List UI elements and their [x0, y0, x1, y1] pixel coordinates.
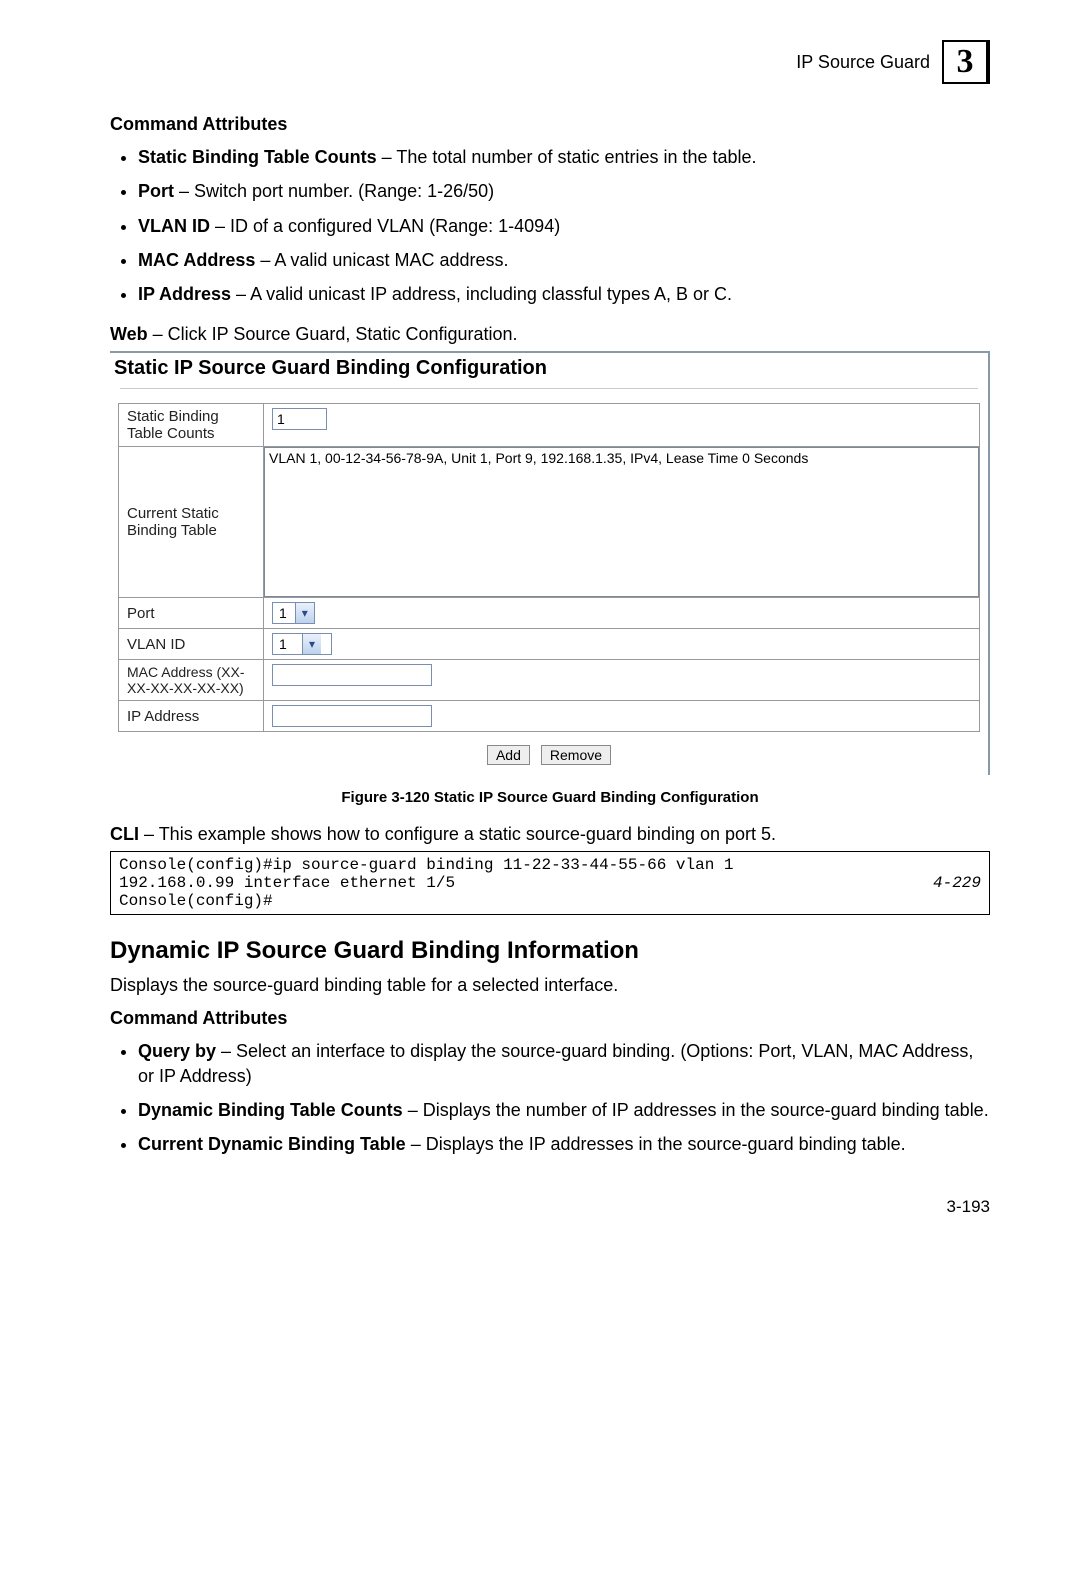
code-content: Console(config)#ip source-guard binding … [119, 856, 734, 910]
header-title: IP Source Guard [796, 52, 930, 73]
ip-cell [264, 701, 980, 732]
divider [120, 388, 978, 389]
vlan-value: 1 [273, 634, 303, 654]
binding-table-listbox[interactable]: VLAN 1, 00-12-34-56-78-9A, Unit 1, Port … [264, 447, 979, 597]
port-value: 1 [273, 603, 296, 623]
term: Current Dynamic Binding Table [138, 1134, 406, 1154]
port-cell: 1 ▾ [264, 598, 980, 629]
term: VLAN ID [138, 216, 210, 236]
term: Static Binding Table Counts [138, 147, 377, 167]
port-label: Port [119, 598, 264, 629]
list-item: Static Binding Table Counts – The total … [138, 145, 990, 169]
cli-instruction: CLI – This example shows how to configur… [110, 824, 990, 845]
vlan-cell: 1 ▾ [264, 629, 980, 660]
chevron-down-icon[interactable]: ▾ [303, 634, 321, 654]
cli-label: CLI [110, 824, 139, 844]
port-dropdown[interactable]: 1 ▾ [272, 602, 315, 624]
chapter-badge: 3 [942, 40, 990, 84]
remove-button[interactable]: Remove [541, 745, 611, 765]
list-item: IP Address – A valid unicast IP address,… [138, 282, 990, 306]
button-row: Add Remove [118, 732, 980, 765]
desc: – Select an interface to display the sou… [138, 1041, 973, 1085]
config-panel: Static IP Source Guard Binding Configura… [110, 351, 990, 775]
command-attributes-heading-2: Command Attributes [110, 1008, 990, 1029]
web-label: Web [110, 324, 148, 344]
command-attributes-heading: Command Attributes [110, 114, 990, 135]
page-header: IP Source Guard 3 [110, 40, 990, 84]
page-number: 3-193 [110, 1197, 990, 1217]
term: Dynamic Binding Table Counts [138, 1100, 403, 1120]
mac-input[interactable] [272, 664, 432, 686]
counts-cell [264, 404, 980, 447]
vlan-label: VLAN ID [119, 629, 264, 660]
figure-caption: Figure 3-120 Static IP Source Guard Bind… [110, 789, 990, 806]
term: MAC Address [138, 250, 255, 270]
ip-label: IP Address [119, 701, 264, 732]
list-item: MAC Address – A valid unicast MAC addres… [138, 248, 990, 272]
attributes-list: Static Binding Table Counts – The total … [110, 145, 990, 306]
list-item: Port – Switch port number. (Range: 1-26/… [138, 179, 990, 203]
list-item: VLAN ID – ID of a configured VLAN (Range… [138, 214, 990, 238]
desc: – The total number of static entries in … [377, 147, 757, 167]
ip-input[interactable] [272, 705, 432, 727]
mac-cell [264, 660, 980, 701]
web-instruction: Web – Click IP Source Guard, Static Conf… [110, 324, 990, 345]
list-item: Dynamic Binding Table Counts – Displays … [138, 1098, 990, 1122]
list-item: Query by – Select an interface to displa… [138, 1039, 990, 1088]
list-item: Current Dynamic Binding Table – Displays… [138, 1132, 990, 1156]
code-ref: 4-229 [933, 856, 981, 910]
binding-table-row[interactable]: VLAN 1, 00-12-34-56-78-9A, Unit 1, Port … [269, 450, 974, 466]
counts-label: Static Binding Table Counts [119, 404, 264, 447]
desc: – A valid unicast IP address, including … [231, 284, 732, 304]
term: IP Address [138, 284, 231, 304]
desc: – Switch port number. (Range: 1-26/50) [174, 181, 494, 201]
cli-text: – This example shows how to configure a … [139, 824, 776, 844]
term: Query by [138, 1041, 216, 1061]
term: Port [138, 181, 174, 201]
desc: – Displays the IP addresses in the sourc… [406, 1134, 906, 1154]
add-button[interactable]: Add [487, 745, 530, 765]
form-table: Static Binding Table Counts Current Stat… [118, 403, 980, 732]
binding-table-label: Current Static Binding Table [119, 447, 264, 598]
web-text: – Click IP Source Guard, Static Configur… [148, 324, 518, 344]
chevron-down-icon[interactable]: ▾ [296, 603, 314, 623]
mac-label: MAC Address (XX-XX-XX-XX-XX-XX) [119, 660, 264, 701]
code-block: Console(config)#ip source-guard binding … [110, 851, 990, 915]
counts-input[interactable] [272, 408, 327, 430]
attributes-list-2: Query by – Select an interface to displa… [110, 1039, 990, 1156]
section-heading: Dynamic IP Source Guard Binding Informat… [110, 937, 990, 965]
desc: – A valid unicast MAC address. [255, 250, 508, 270]
desc: – Displays the number of IP addresses in… [403, 1100, 989, 1120]
section-desc: Displays the source-guard binding table … [110, 975, 990, 996]
binding-table-cell: VLAN 1, 00-12-34-56-78-9A, Unit 1, Port … [264, 447, 980, 598]
desc: – ID of a configured VLAN (Range: 1-4094… [210, 216, 560, 236]
panel-title: Static IP Source Guard Binding Configura… [110, 353, 988, 388]
vlan-dropdown[interactable]: 1 ▾ [272, 633, 332, 655]
